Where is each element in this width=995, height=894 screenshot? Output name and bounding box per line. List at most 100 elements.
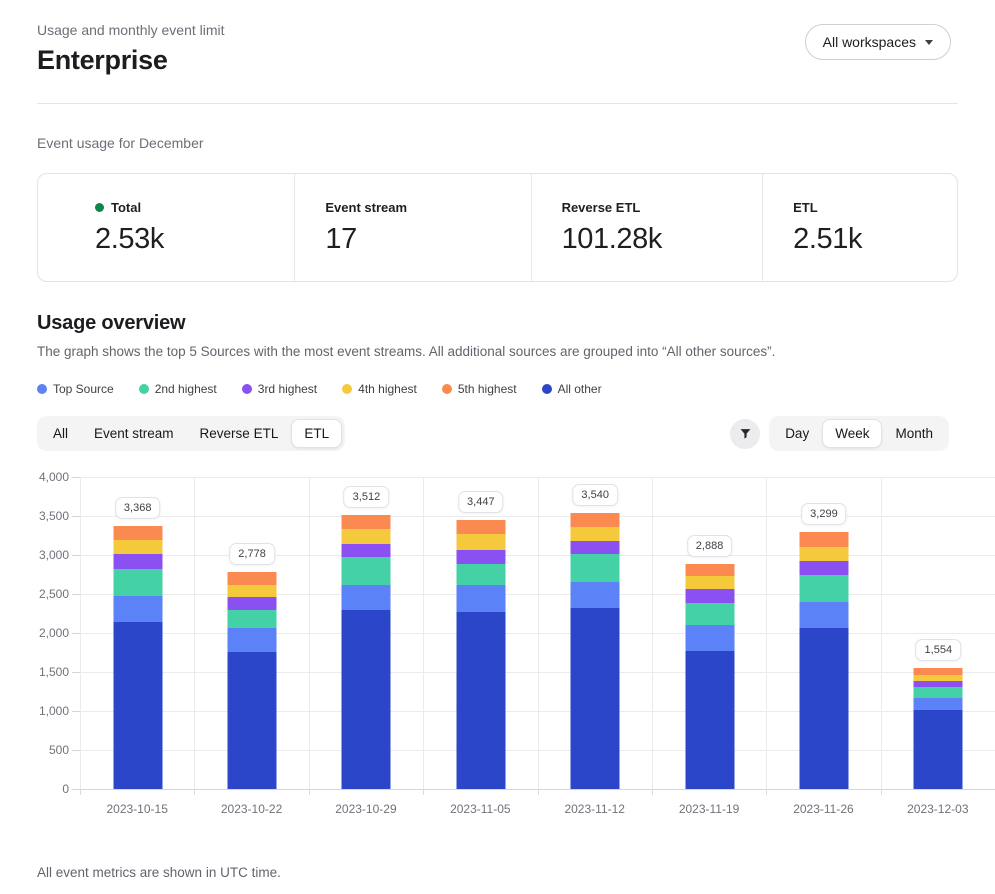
page-eyebrow: Usage and monthly event limit — [37, 22, 225, 38]
y-axis-tick-mark — [72, 633, 80, 634]
legend-dot-icon — [139, 384, 149, 394]
usage-page: Usage and monthly event limit Enterprise… — [0, 0, 995, 880]
stat-value: 101.28k — [562, 223, 763, 256]
filter-button[interactable] — [730, 419, 760, 449]
stats-card: Total2.53kEvent stream17Reverse ETL101.2… — [37, 173, 958, 282]
header-titles: Usage and monthly event limit Enterprise — [37, 20, 225, 76]
tab-etl[interactable]: ETL — [291, 419, 342, 448]
workspace-selector-button[interactable]: All workspaces — [805, 24, 951, 60]
utc-footnote: All event metrics are shown in UTC time. — [0, 865, 995, 880]
tab-reverse-etl[interactable]: Reverse ETL — [187, 419, 292, 448]
y-axis-tick-label: 1,500 — [39, 665, 72, 679]
legend-item-all-other: All other — [542, 382, 602, 396]
y-axis-tick-mark — [72, 516, 80, 517]
bar-total-label: 3,512 — [344, 486, 390, 508]
bar-segment-5th-highest — [456, 520, 505, 534]
legend-label: Top Source — [53, 382, 114, 396]
legend-dot-icon — [37, 384, 47, 394]
usage-chart: 4,0003,5003,0002,5002,0001,5001,00050003… — [37, 477, 995, 816]
bar-segment-5th-highest — [914, 668, 963, 675]
bar-segment-4th-highest — [571, 527, 620, 541]
bar-segment-3rd-highest — [799, 561, 848, 575]
x-axis-label: 2023-11-12 — [538, 802, 652, 816]
chart-controls: AllEvent streamReverse ETLETL DayWeekMon… — [0, 416, 995, 451]
y-axis-tick-label: 4,000 — [39, 470, 72, 484]
bar-segment-2nd-highest — [914, 687, 963, 698]
bar-segment-4th-highest — [799, 547, 848, 561]
tab-month[interactable]: Month — [882, 419, 946, 448]
usage-overview-description: The graph shows the top 5 Sources with t… — [0, 344, 995, 359]
stacked-bar — [914, 668, 963, 789]
bar-segment-top-source — [571, 582, 620, 608]
bar-segment-4th-highest — [113, 540, 162, 554]
bar-segment-top-source — [914, 698, 963, 710]
usage-overview-title: Usage overview — [0, 312, 995, 335]
y-axis-tick: 2,000 — [39, 626, 80, 640]
legend-item-3rd-highest: 3rd highest — [242, 382, 317, 396]
stat-value: 2.51k — [793, 223, 957, 256]
bar-segment-top-source — [342, 585, 391, 611]
y-axis-tick-mark — [72, 594, 80, 595]
bar-segment-4th-highest — [685, 576, 734, 589]
chart-legend: Top Source2nd highest3rd highest4th high… — [0, 382, 995, 396]
y-axis-tick-mark — [72, 477, 80, 478]
y-axis-tick-label: 3,000 — [39, 548, 72, 562]
tab-all[interactable]: All — [40, 419, 81, 448]
metric-tabs: AllEvent streamReverse ETLETL — [37, 416, 345, 451]
bar-segment-3rd-highest — [456, 550, 505, 564]
bar-segment-5th-highest — [228, 572, 277, 584]
legend-label: 3rd highest — [258, 382, 317, 396]
legend-label: 4th highest — [358, 382, 417, 396]
page-title: Enterprise — [37, 45, 225, 76]
stacked-bar — [571, 513, 620, 789]
y-axis-tick-mark — [72, 750, 80, 751]
status-dot-icon — [95, 203, 104, 212]
y-axis-tick: 1,000 — [39, 704, 80, 718]
bar-segment-top-source — [799, 602, 848, 628]
y-axis-tick: 500 — [49, 743, 80, 757]
bar-column-2023-10-15: 3,368 — [80, 477, 194, 789]
stat-value: 17 — [325, 223, 530, 256]
legend-label: All other — [558, 382, 602, 396]
funnel-icon — [739, 427, 752, 440]
bar-column-2023-11-26: 3,299 — [766, 477, 880, 789]
bar-segment-2nd-highest — [456, 564, 505, 586]
bar-segment-2nd-highest — [342, 557, 391, 584]
bar-column-2023-11-05: 3,447 — [423, 477, 537, 789]
bar-segment-4th-highest — [228, 585, 277, 597]
bar-segment-3rd-highest — [342, 544, 391, 557]
legend-item-top-source: Top Source — [37, 382, 114, 396]
bar-total-label: 3,540 — [572, 484, 618, 506]
bar-segment-top-source — [456, 585, 505, 612]
bar-segment-all-other — [456, 612, 505, 789]
bar-segment-top-source — [685, 625, 734, 651]
tab-week[interactable]: Week — [822, 419, 882, 448]
y-axis-tick-label: 0 — [62, 782, 72, 796]
header-divider — [37, 103, 958, 104]
y-axis-tick-mark — [72, 672, 80, 673]
bar-total-label: 1,554 — [916, 639, 962, 661]
y-axis-tick: 2,500 — [39, 587, 80, 601]
stat-label: Total — [95, 200, 294, 215]
x-axis-label: 2023-10-15 — [80, 802, 194, 816]
bar-column-2023-11-19: 2,888 — [652, 477, 766, 789]
bar-total-label: 3,368 — [115, 497, 161, 519]
chevron-down-icon — [925, 40, 933, 45]
bar-column-2023-10-22: 2,778 — [194, 477, 308, 789]
event-usage-subtitle: Event usage for December — [0, 135, 995, 151]
workspace-selector-label: All workspaces — [823, 34, 916, 50]
bar-segment-3rd-highest — [571, 541, 620, 554]
bar-segment-2nd-highest — [113, 569, 162, 596]
bar-segment-4th-highest — [456, 534, 505, 550]
range-tabs: DayWeekMonth — [769, 416, 949, 451]
bar-segment-all-other — [228, 652, 277, 789]
tab-day[interactable]: Day — [772, 419, 822, 448]
bar-segment-3rd-highest — [113, 554, 162, 569]
y-axis-tick-label: 1,000 — [39, 704, 72, 718]
x-axis-line — [80, 789, 995, 790]
stacked-bar — [685, 564, 734, 789]
tab-event-stream[interactable]: Event stream — [81, 419, 187, 448]
y-axis-tick-mark — [72, 789, 80, 790]
stat-label: ETL — [793, 200, 957, 215]
y-axis-tick-mark — [72, 711, 80, 712]
